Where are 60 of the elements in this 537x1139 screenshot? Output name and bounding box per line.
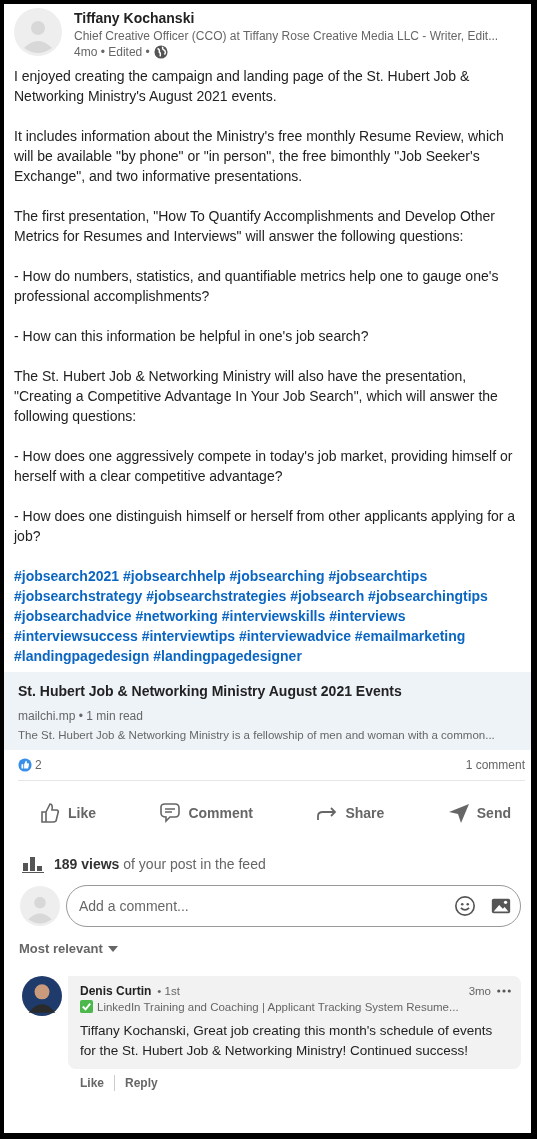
commenter-avatar-icon[interactable] xyxy=(22,976,62,1016)
comment-button[interactable]: Comment xyxy=(154,793,257,833)
post-paragraph: - How does one aggressively compete in today's job market, providing himself or herself with a clear competitive advantage? xyxy=(14,447,514,486)
hashtag-link[interactable]: #interviewsuccess xyxy=(14,628,138,644)
hashtag-link[interactable]: #interviewtips xyxy=(141,628,235,644)
views-text[interactable]: 189 views of your post in the feed xyxy=(54,856,266,872)
hashtag-link[interactable]: #jobsearchadvice xyxy=(14,608,132,624)
globe-icon xyxy=(153,45,168,59)
hashtag-link[interactable]: #jobsearchstrategy xyxy=(14,588,143,604)
sort-dropdown[interactable]: Most relevant xyxy=(4,927,118,956)
commenter-headline: LinkedIn Training and Coaching | Applicant Tracking System Resume... xyxy=(97,1000,459,1013)
hashtag-link[interactable]: #landingpagedesigner xyxy=(153,648,302,664)
emoji-icon[interactable] xyxy=(454,895,476,917)
checkmark-icon xyxy=(80,1000,93,1013)
send-button[interactable]: Send xyxy=(442,793,515,833)
post-paragraph: - How do numbers, statistics, and quantifiable metrics help one to gauge one's professional accomplishments? xyxy=(14,267,500,306)
hashtag-link[interactable]: #jobsearch2021 xyxy=(14,568,120,584)
preview-source: mailchi.mp • 1 min read xyxy=(18,708,144,725)
comment-count[interactable]: 1 comment xyxy=(465,758,525,772)
comment-time: 3mo xyxy=(468,985,491,997)
hashtag-link[interactable]: #jobsearchstrategies xyxy=(146,588,287,604)
post-meta: 4mo • Edited • xyxy=(74,44,150,60)
author-headline: Chief Creative Officer (CCO) at Tiffany Rose Creative Media LLC - Writer, Edit... xyxy=(74,28,499,44)
comment-action-button[interactable]: Like xyxy=(80,1076,104,1090)
post-paragraph: - How does one distinguish himself or herself from other applicants applying for a job? xyxy=(14,507,517,546)
post-paragraph: It includes information about the Ministry's free monthly Resume Review, which will be available "by phone" or "in person", the free bimonthly "Job Seeker's Exchange", and two informative presentations. xyxy=(14,127,505,186)
comment-text: Tiffany Kochanski, Great job creating this month's schedule of events for the St. Hubert Job & Networking Ministry! Continued success! xyxy=(80,1022,494,1060)
avatar-icon xyxy=(20,886,60,926)
hashtag-link[interactable]: #jobsearchhelp xyxy=(122,568,226,584)
hashtag-link[interactable]: #jobsearchingtips xyxy=(368,588,488,604)
caret-icon xyxy=(107,945,118,952)
reaction-count[interactable]: 2 xyxy=(35,758,42,772)
hashtag-link[interactable]: #jobsearchtips xyxy=(328,568,428,584)
comment-action-button[interactable]: Reply xyxy=(125,1076,158,1090)
more-icon[interactable] xyxy=(497,989,511,993)
bar-chart-icon xyxy=(22,855,44,873)
hashtag-link[interactable]: #landingpagedesign xyxy=(14,648,150,664)
hashtag-link[interactable]: #interviewskills xyxy=(221,608,326,624)
connection-degree: • 1st xyxy=(157,985,180,997)
avatar-icon xyxy=(14,8,62,56)
post-paragraph: I enjoyed creating the campaign and landing page of the St. Hubert Job & Networking Ministry's August 2021 events. xyxy=(14,67,471,106)
hashtag-link[interactable]: #jobsearch xyxy=(290,588,365,604)
hashtag-link[interactable]: #networking xyxy=(135,608,218,624)
post-paragraph: - How can this information be helpful in one's job search? xyxy=(14,327,370,346)
preview-description: The St. Hubert Job & Networking Ministry is a fellowship of men and woman with a common... xyxy=(18,728,496,743)
like-reaction-icon xyxy=(18,758,32,772)
thumbs-up-icon xyxy=(38,801,62,825)
post-paragraph: The first presentation, "How To Quantify Accomplishments and Develop Other Metrics for Resumes and Interviews" will answer the following questions: xyxy=(14,207,496,246)
hashtag-link[interactable]: #jobsearching xyxy=(229,568,325,584)
hashtag-link[interactable]: #interviews xyxy=(329,608,406,624)
speech-bubble-icon xyxy=(158,801,183,825)
link-preview[interactable]: St. Hubert Job & Networking Ministry August 2021 Events mailchi.mp • 1 min read The St. Hubert Job & Networking Ministry is a fellowship of men and woman with a common... xyxy=(4,672,531,750)
post-paragraph: The St. Hubert Job & Networking Ministry will also have the presentation, "Creating a Competitive Advantage In Your Job Search", which will answer the following questions: xyxy=(14,367,499,426)
preview-title: St. Hubert Job & Networking Ministry August 2021 Events xyxy=(18,682,403,701)
hashtag-link[interactable]: #interviewadvice xyxy=(238,628,351,644)
share-button[interactable]: Share xyxy=(311,793,389,833)
hashtag-link[interactable]: #emailmarketing xyxy=(354,628,466,644)
author-name[interactable]: Tiffany Kochanski xyxy=(74,8,499,28)
commenter-name[interactable]: Denis Curtin xyxy=(80,984,152,998)
like-button[interactable]: Like xyxy=(34,793,100,833)
